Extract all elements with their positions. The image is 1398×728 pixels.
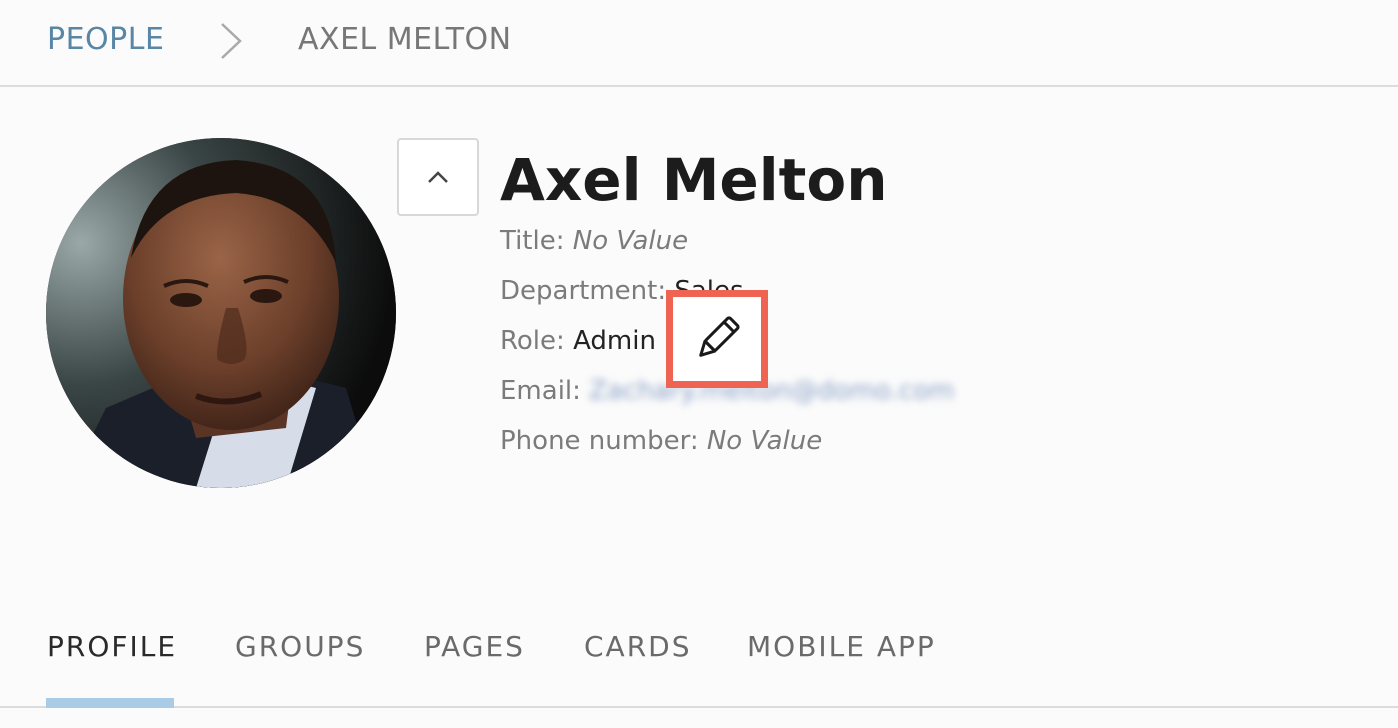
tab-pages[interactable]: PAGES bbox=[424, 630, 525, 663]
chevron-up-icon bbox=[428, 171, 448, 183]
email-label: Email: bbox=[500, 376, 590, 406]
title-row: Title: No Value bbox=[500, 226, 688, 262]
tab-cards[interactable]: CARDS bbox=[584, 630, 692, 663]
collapse-button[interactable] bbox=[397, 138, 479, 216]
avatar-photo bbox=[46, 138, 396, 488]
breadcrumb-people-link[interactable]: PEOPLE bbox=[47, 22, 164, 57]
person-name: Axel Melton bbox=[500, 146, 888, 214]
breadcrumb: PEOPLE AXEL MELTON bbox=[0, 0, 1398, 87]
active-tab-indicator bbox=[46, 698, 174, 708]
tab-profile[interactable]: PROFILE bbox=[47, 630, 177, 663]
role-label: Role: bbox=[500, 326, 574, 356]
avatar bbox=[46, 138, 396, 488]
profile-tabs: PROFILE GROUPS PAGES CARDS MOBILE APP bbox=[0, 600, 1398, 708]
tab-mobile-app[interactable]: MOBILE APP bbox=[747, 630, 936, 663]
role-row: Role: Admin bbox=[500, 326, 656, 362]
email-value[interactable]: Zachary.melton@domo.com bbox=[589, 376, 954, 406]
role-value: Admin bbox=[573, 326, 656, 356]
title-value: No Value bbox=[572, 226, 689, 256]
edit-profile-button[interactable] bbox=[666, 290, 768, 388]
chevron-right-icon bbox=[221, 23, 242, 59]
phone-label: Phone number: bbox=[500, 426, 707, 456]
breadcrumb-current: AXEL MELTON bbox=[298, 22, 512, 57]
department-label: Department: bbox=[500, 276, 675, 306]
title-label: Title: bbox=[500, 226, 573, 256]
pencil-icon bbox=[699, 316, 740, 357]
person-profile-page: PEOPLE AXEL MELTON Axel Melton Title: No… bbox=[0, 0, 1398, 728]
phone-row: Phone number: No Value bbox=[500, 426, 822, 462]
tab-groups[interactable]: GROUPS bbox=[235, 630, 365, 663]
phone-value: No Value bbox=[706, 426, 823, 456]
